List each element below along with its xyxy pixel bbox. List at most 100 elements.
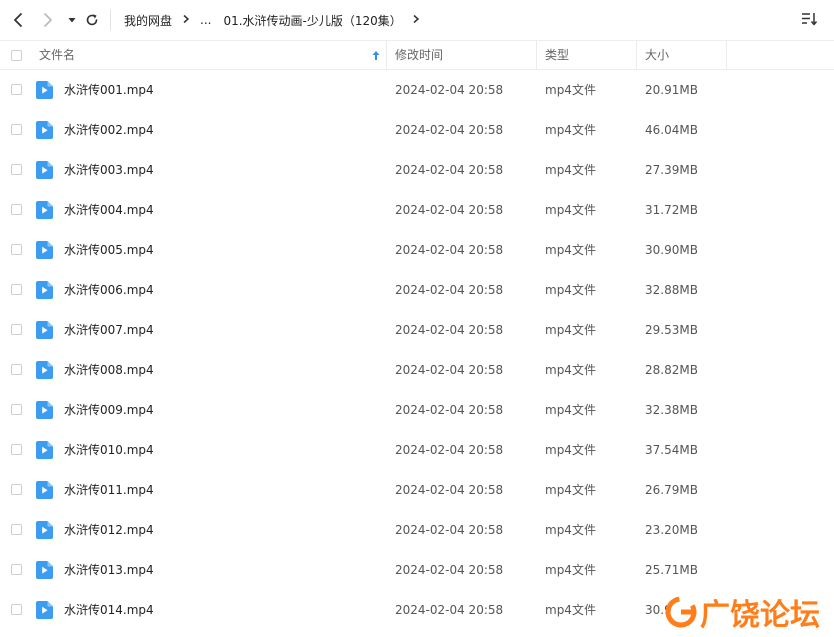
refresh-button[interactable] (82, 10, 102, 30)
table-row[interactable]: 水浒传006.mp4 2024-02-04 20:58 mp4文件 32.88M… (0, 270, 834, 310)
row-checkbox[interactable] (11, 364, 22, 375)
column-header-type[interactable]: 类型 (545, 41, 569, 69)
toolbar: 我的网盘 ... 01.水浒传动画-少儿版（120集） (0, 0, 834, 40)
file-type: mp4文件 (545, 123, 596, 137)
table-row[interactable]: 水浒传008.mp4 2024-02-04 20:58 mp4文件 28.82M… (0, 350, 834, 390)
row-checkbox[interactable] (11, 524, 22, 535)
breadcrumb-separator-icon (182, 13, 190, 27)
column-header-time[interactable]: 修改时间 (395, 41, 443, 69)
table-row[interactable]: 水浒传003.mp4 2024-02-04 20:58 mp4文件 27.39M… (0, 150, 834, 190)
row-checkbox[interactable] (11, 124, 22, 135)
table-row[interactable]: 水浒传013.mp4 2024-02-04 20:58 mp4文件 25.71M… (0, 550, 834, 590)
file-size: 28.82MB (645, 363, 698, 377)
table-row[interactable]: 水浒传007.mp4 2024-02-04 20:58 mp4文件 29.53M… (0, 310, 834, 350)
row-checkbox[interactable] (11, 444, 22, 455)
file-name[interactable]: 水浒传002.mp4 (64, 110, 154, 150)
video-file-icon (36, 321, 53, 339)
breadcrumb: 我的网盘 ... 01.水浒传动画-少儿版（120集） (124, 0, 430, 40)
file-name[interactable]: 水浒传013.mp4 (64, 550, 154, 590)
file-size: 37.54MB (645, 443, 698, 457)
row-checkbox[interactable] (11, 484, 22, 495)
row-checkbox[interactable] (11, 164, 22, 175)
breadcrumb-ellipsis[interactable]: ... (200, 13, 211, 27)
file-modified-time: 2024-02-04 20:58 (395, 563, 504, 577)
breadcrumb-expand-icon[interactable] (412, 13, 420, 27)
file-name[interactable]: 水浒传014.mp4 (64, 590, 154, 630)
toolbar-divider (110, 10, 111, 30)
column-divider[interactable] (636, 41, 637, 69)
file-type: mp4文件 (545, 243, 596, 257)
file-modified-time: 2024-02-04 20:58 (395, 163, 504, 177)
file-size: 26.79MB (645, 483, 698, 497)
file-name[interactable]: 水浒传012.mp4 (64, 510, 154, 550)
video-file-icon (36, 361, 53, 379)
file-size: 23.20MB (645, 523, 698, 537)
file-modified-time: 2024-02-04 20:58 (395, 323, 504, 337)
file-size: 46.04MB (645, 123, 698, 137)
file-size: 32.88MB (645, 283, 698, 297)
row-checkbox[interactable] (11, 604, 22, 615)
caret-down-icon (68, 18, 76, 23)
file-name[interactable]: 水浒传007.mp4 (64, 310, 154, 350)
file-size: 25.71MB (645, 563, 698, 577)
select-all-checkbox[interactable] (11, 50, 22, 61)
file-name[interactable]: 水浒传006.mp4 (64, 270, 154, 310)
sort-icon (802, 13, 818, 26)
table-row[interactable]: 水浒传005.mp4 2024-02-04 20:58 mp4文件 30.90M… (0, 230, 834, 270)
table-row[interactable]: 水浒传004.mp4 2024-02-04 20:58 mp4文件 31.72M… (0, 190, 834, 230)
file-type: mp4文件 (545, 83, 596, 97)
column-divider[interactable] (386, 41, 387, 69)
video-file-icon (36, 241, 53, 259)
sort-button[interactable] (800, 10, 820, 30)
file-type: mp4文件 (545, 363, 596, 377)
file-name[interactable]: 水浒传005.mp4 (64, 230, 154, 270)
history-dropdown-button[interactable] (62, 10, 82, 30)
table-row[interactable]: 水浒传011.mp4 2024-02-04 20:58 mp4文件 26.79M… (0, 470, 834, 510)
file-name[interactable]: 水浒传011.mp4 (64, 470, 154, 510)
file-name[interactable]: 水浒传001.mp4 (64, 70, 154, 110)
row-checkbox[interactable] (11, 204, 22, 215)
file-size: 32.38MB (645, 403, 698, 417)
file-type: mp4文件 (545, 563, 596, 577)
row-checkbox[interactable] (11, 404, 22, 415)
chevron-right-icon (44, 13, 52, 27)
table-row[interactable]: 水浒传001.mp4 2024-02-04 20:58 mp4文件 20.91M… (0, 70, 834, 110)
video-file-icon (36, 601, 53, 619)
file-name[interactable]: 水浒传004.mp4 (64, 190, 154, 230)
row-checkbox[interactable] (11, 244, 22, 255)
column-divider[interactable] (726, 41, 727, 69)
watermark-text: 广饶论坛 (700, 598, 820, 633)
file-name[interactable]: 水浒传009.mp4 (64, 390, 154, 430)
breadcrumb-root[interactable]: 我的网盘 (124, 12, 172, 29)
column-header-size[interactable]: 大小 (645, 41, 669, 69)
file-type: mp4文件 (545, 483, 596, 497)
file-modified-time: 2024-02-04 20:58 (395, 363, 504, 377)
file-modified-time: 2024-02-04 20:58 (395, 83, 504, 97)
file-modified-time: 2024-02-04 20:58 (395, 243, 504, 257)
file-name[interactable]: 水浒传010.mp4 (64, 430, 154, 470)
table-row[interactable]: 水浒传009.mp4 2024-02-04 20:58 mp4文件 32.38M… (0, 390, 834, 430)
row-checkbox[interactable] (11, 284, 22, 295)
row-checkbox[interactable] (11, 84, 22, 95)
row-checkbox[interactable] (11, 564, 22, 575)
file-name[interactable]: 水浒传008.mp4 (64, 350, 154, 390)
file-size: 29.53MB (645, 323, 698, 337)
file-type: mp4文件 (545, 523, 596, 537)
watermark-logo: 广饶论坛 (664, 589, 820, 635)
video-file-icon (36, 121, 53, 139)
forward-button[interactable] (38, 10, 58, 30)
file-type: mp4文件 (545, 603, 596, 617)
file-type: mp4文件 (545, 283, 596, 297)
file-type: mp4文件 (545, 203, 596, 217)
file-name[interactable]: 水浒传003.mp4 (64, 150, 154, 190)
table-row[interactable]: 水浒传010.mp4 2024-02-04 20:58 mp4文件 37.54M… (0, 430, 834, 470)
back-button[interactable] (8, 10, 28, 30)
column-header-name[interactable]: 文件名 (39, 41, 75, 69)
table-row[interactable]: 水浒传002.mp4 2024-02-04 20:58 mp4文件 46.04M… (0, 110, 834, 150)
file-size: 27.39MB (645, 163, 698, 177)
column-divider[interactable] (536, 41, 537, 69)
table-row[interactable]: 水浒传012.mp4 2024-02-04 20:58 mp4文件 23.20M… (0, 510, 834, 550)
video-file-icon (36, 161, 53, 179)
file-modified-time: 2024-02-04 20:58 (395, 123, 504, 137)
row-checkbox[interactable] (11, 324, 22, 335)
